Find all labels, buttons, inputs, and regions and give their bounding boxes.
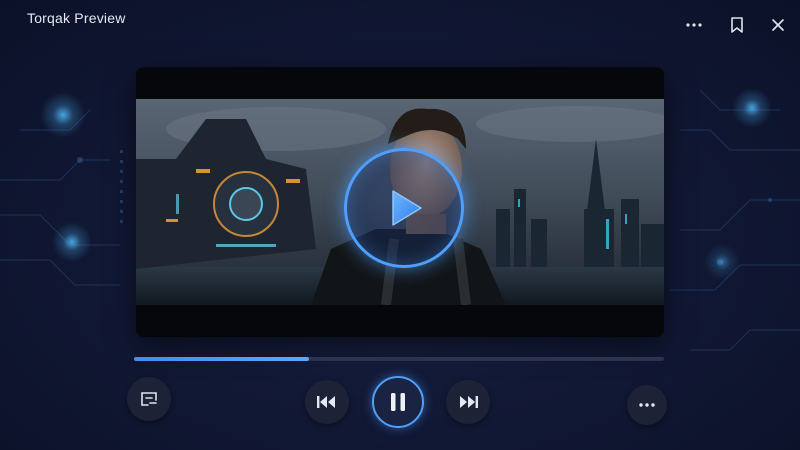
- window-title: Torqak Preview: [27, 10, 126, 26]
- playlist-button[interactable]: [127, 377, 171, 421]
- previous-button[interactable]: [305, 380, 349, 424]
- play-icon: [392, 190, 422, 226]
- player-window: Torqak Preview: [0, 0, 800, 450]
- glow-dot: [40, 92, 86, 138]
- glow-dot: [704, 244, 740, 280]
- close-icon: [772, 19, 784, 31]
- playlist-icon: [141, 392, 157, 406]
- skip-previous-icon: [317, 396, 335, 408]
- play-overlay-button[interactable]: [344, 148, 464, 268]
- skip-next-icon: [460, 396, 478, 408]
- seek-bar-fill: [134, 357, 309, 361]
- close-button[interactable]: [767, 14, 789, 36]
- player-more-button[interactable]: [627, 385, 667, 425]
- more-options-button[interactable]: [683, 14, 705, 36]
- pause-icon: [391, 393, 405, 411]
- ellipsis-horizontal-icon: [686, 23, 702, 27]
- glow-dot: [52, 222, 92, 262]
- ellipsis-horizontal-icon: [639, 403, 655, 407]
- next-button[interactable]: [446, 380, 490, 424]
- bookmark-button[interactable]: [726, 14, 748, 36]
- pause-button[interactable]: [372, 376, 424, 428]
- title-bar: Torqak Preview: [0, 0, 800, 40]
- glow-dot: [732, 88, 772, 128]
- seek-bar[interactable]: [134, 357, 664, 361]
- bookmark-icon: [731, 17, 743, 33]
